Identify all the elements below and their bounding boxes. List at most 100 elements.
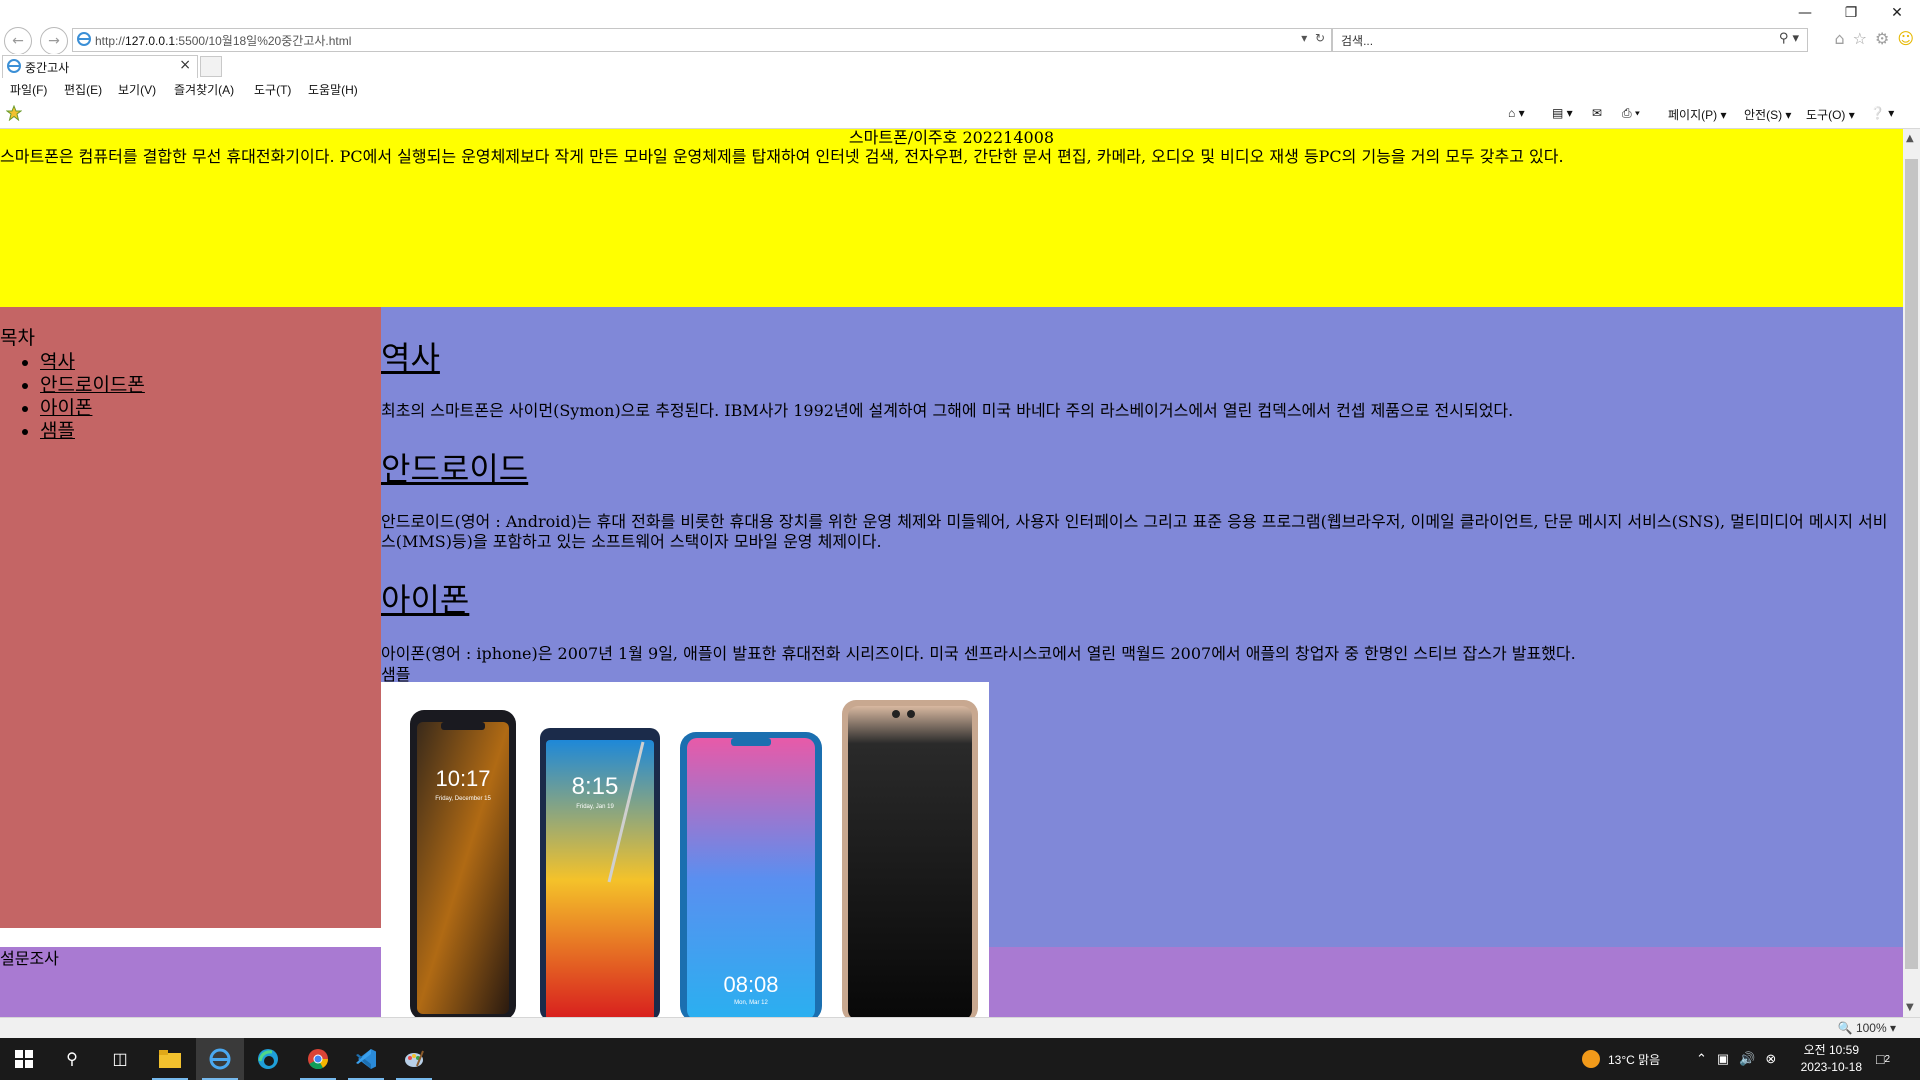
- network-icon[interactable]: ▣: [1717, 1051, 1729, 1067]
- system-tray: ⌃ ▣ 🔊 ⊗: [1696, 1038, 1776, 1080]
- phone-3-time: 08:08: [723, 972, 778, 997]
- scrollbar-thumb[interactable]: [1905, 159, 1918, 969]
- windows-taskbar: ⚲ ◫ 13°C 맑음 ⌃ ▣ 🔊 ⊗ 오전 10:59 2023-10-18 …: [0, 1038, 1920, 1080]
- phones-illustration: 10:17 Friday, December 15 8:15 Friday, J…: [410, 700, 978, 1017]
- minimize-button[interactable]: —: [1782, 0, 1828, 26]
- close-tab-icon[interactable]: ×: [179, 57, 191, 73]
- address-controls[interactable]: ▾ ↻: [1301, 31, 1325, 45]
- home-dropdown-icon[interactable]: ⌂ ▾: [1508, 106, 1525, 120]
- scroll-down-icon[interactable]: ▼: [1906, 1002, 1914, 1013]
- page-description: 스마트폰은 컴퓨터를 결합한 무선 휴대전화기이다. PC에서 실행되는 운영체…: [0, 147, 1564, 166]
- safety-menu[interactable]: 안전(S) ▾: [1744, 106, 1791, 123]
- restore-button[interactable]: ❐: [1828, 0, 1874, 26]
- menu-bar: 파일(F) 편집(E) 보기(V) 즐겨찾기(A) 도구(T) 도움말(H): [0, 78, 1920, 100]
- sample-phones-image: 10:17 Friday, December 15 8:15 Friday, J…: [381, 682, 989, 1017]
- menu-help[interactable]: 도움말(H): [308, 81, 358, 98]
- page-title: 스마트폰/이주호 202214008: [848, 129, 1055, 147]
- smiley-feedback-icon[interactable]: ☺: [1897, 29, 1914, 48]
- folder-icon: [159, 1050, 181, 1068]
- page-viewport: 스마트폰/이주호 202214008 스마트폰은 컴퓨터를 결합한 무선 휴대전…: [0, 129, 1903, 1017]
- phone-4-screen: [848, 706, 972, 1017]
- section-text-history: 최초의 스마트폰은 사이먼(Symon)으로 추정된다. IBM사가 1992년…: [381, 401, 1514, 420]
- table-of-contents: 목차 역사 안드로이드폰 아이폰 샘플: [0, 307, 381, 928]
- weather-widget[interactable]: 13°C 맑음: [1582, 1038, 1660, 1080]
- page-menu[interactable]: 페이지(P) ▾: [1668, 106, 1726, 123]
- menu-file[interactable]: 파일(F): [10, 81, 47, 98]
- paint-app-button[interactable]: [390, 1038, 438, 1080]
- menu-tools[interactable]: 도구(T): [254, 81, 291, 98]
- status-x-icon[interactable]: ⊗: [1765, 1051, 1776, 1067]
- phone-3-notch: [731, 738, 771, 746]
- tab-bar: 중간고사 ×: [0, 54, 1920, 79]
- taskbar-clock[interactable]: 오전 10:59 2023-10-18: [1801, 1042, 1862, 1076]
- section-heading-iphone: 아이폰: [381, 581, 470, 619]
- vscode-icon: [356, 1049, 376, 1069]
- help-icon[interactable]: ❔ ▾: [1870, 106, 1894, 120]
- toolbar-icons: ⌂ ☆ ⚙ ☺: [1834, 29, 1914, 48]
- task-view-icon: ◫: [112, 1051, 128, 1068]
- menu-favorites[interactable]: 즐겨찾기(A): [174, 81, 234, 98]
- status-bar: 🔍 100% ▾: [0, 1017, 1920, 1039]
- start-button[interactable]: [0, 1038, 48, 1080]
- back-arrow-icon: ←: [12, 33, 24, 49]
- windows-logo-icon: [15, 1050, 33, 1068]
- toc-item: 아이폰: [40, 397, 145, 420]
- section-text-android: 안드로이드(영어 : Android)는 휴대 전화를 비롯한 휴대용 장치를 …: [381, 512, 1888, 551]
- chrome-button[interactable]: [294, 1038, 342, 1080]
- tab-active[interactable]: 중간고사 ×: [2, 55, 198, 78]
- phone-1-time: 10:17: [435, 766, 490, 791]
- search-icon[interactable]: ⚲ ▾: [1779, 31, 1799, 46]
- section-heading-android: 안드로이드: [381, 450, 529, 488]
- new-tab-button[interactable]: [200, 56, 222, 77]
- back-button[interactable]: ←: [4, 27, 32, 55]
- toc-item: 샘플: [40, 420, 145, 443]
- toc-list: 역사 안드로이드폰 아이폰 샘플: [0, 351, 145, 443]
- chevron-up-icon[interactable]: ⌃: [1696, 1051, 1707, 1067]
- toc-link-iphone[interactable]: 아이폰: [40, 397, 92, 419]
- toc-link-sample[interactable]: 샘플: [40, 420, 75, 442]
- refresh-icon[interactable]: ↻: [1315, 31, 1325, 45]
- toc-link-android[interactable]: 안드로이드폰: [40, 374, 145, 396]
- notification-icon: □: [1876, 1051, 1885, 1067]
- favorites-star-icon[interactable]: ☆: [1853, 29, 1867, 48]
- menu-view[interactable]: 보기(V): [118, 81, 156, 98]
- tools-menu[interactable]: 도구(O) ▾: [1806, 106, 1855, 123]
- zoom-level[interactable]: 🔍 100% ▾: [1838, 1021, 1896, 1035]
- print-icon[interactable]: ⎙ ▾: [1622, 106, 1640, 121]
- close-window-button[interactable]: ✕: [1874, 0, 1920, 26]
- feeds-icon[interactable]: ▤ ▾: [1552, 106, 1573, 120]
- file-explorer-button[interactable]: [146, 1038, 194, 1080]
- phone-4-camera: [892, 710, 900, 718]
- dropdown-arrow-icon[interactable]: ▾: [1301, 31, 1307, 45]
- vertical-scrollbar[interactable]: ▲ ▼: [1903, 129, 1920, 1017]
- internet-explorer-button[interactable]: [196, 1038, 244, 1080]
- scroll-up-icon[interactable]: ▲: [1906, 133, 1914, 144]
- search-icon: ⚲: [66, 1051, 78, 1068]
- forward-arrow-icon: →: [48, 33, 60, 49]
- add-favorites-icon[interactable]: [6, 105, 22, 121]
- volume-icon[interactable]: 🔊: [1739, 1051, 1755, 1067]
- clock-date: 2023-10-18: [1800, 1060, 1862, 1074]
- vscode-button[interactable]: [342, 1038, 390, 1080]
- edge-button[interactable]: [244, 1038, 292, 1080]
- gear-icon[interactable]: ⚙: [1875, 29, 1889, 48]
- phone-1-date: Friday, December 15: [435, 796, 491, 802]
- notification-center-button[interactable]: □ 2: [1876, 1038, 1890, 1080]
- window-titlebar: — ❐ ✕: [0, 0, 1920, 26]
- weather-text: 13°C 맑음: [1608, 1052, 1661, 1067]
- toc-link-history[interactable]: 역사: [40, 351, 75, 373]
- search-input[interactable]: 검색... ⚲ ▾: [1332, 28, 1808, 52]
- forward-button[interactable]: →: [40, 27, 68, 55]
- task-view-button[interactable]: ◫: [96, 1038, 144, 1080]
- tab-title: 중간고사: [25, 61, 70, 75]
- paint-icon: [405, 1050, 424, 1067]
- menu-edit[interactable]: 편집(E): [64, 81, 102, 98]
- taskbar-search-button[interactable]: ⚲: [48, 1038, 96, 1080]
- notification-count: 2: [1884, 1053, 1891, 1065]
- address-bar[interactable]: http://127.0.0.1:5500/10월18일%20중간고사.html…: [72, 28, 1332, 52]
- mail-icon[interactable]: ✉: [1592, 106, 1602, 120]
- edge-icon: [258, 1049, 278, 1069]
- home-icon[interactable]: ⌂: [1834, 29, 1844, 48]
- phone-2-date: Friday, Jan 19: [576, 804, 614, 810]
- phone-1-notch: [441, 722, 485, 730]
